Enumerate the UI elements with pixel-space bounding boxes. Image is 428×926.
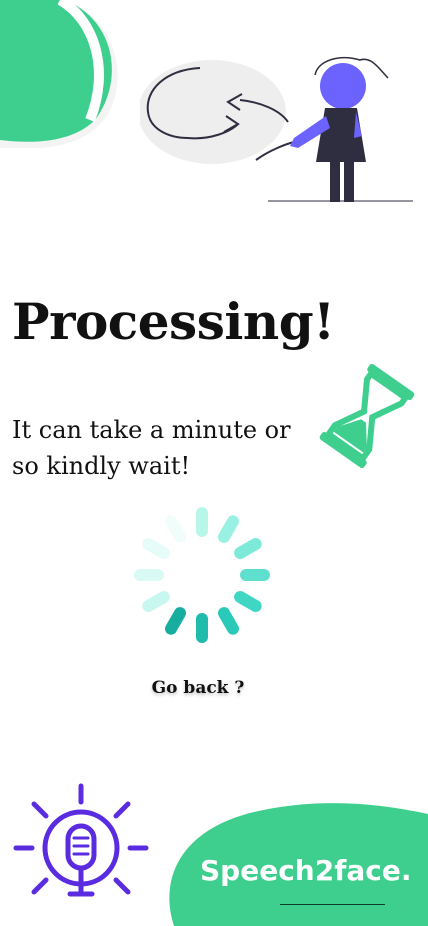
spinner-segment — [165, 515, 186, 543]
spinner-segment — [165, 607, 186, 635]
spinner-segment — [218, 607, 239, 635]
microphone-icon — [13, 783, 149, 897]
spinner-segment — [218, 515, 239, 543]
spinner-segment — [142, 591, 170, 612]
person-refresh-illustration — [140, 56, 413, 202]
decorative-blob-top-left — [0, 0, 118, 149]
spinner-segment — [234, 591, 262, 612]
brand-underline — [280, 904, 385, 905]
page-title: Processing! — [12, 292, 335, 351]
hourglass-icon — [319, 364, 415, 468]
spinner-segment — [142, 538, 170, 559]
loading-spinner — [134, 507, 270, 643]
wait-message: It can take a minute or so kindly wait! — [12, 416, 291, 480]
go-back-link[interactable]: Go back ? — [148, 678, 248, 698]
brand-logo-text: Speech2face. — [200, 854, 412, 887]
spinner-segment — [234, 538, 262, 559]
